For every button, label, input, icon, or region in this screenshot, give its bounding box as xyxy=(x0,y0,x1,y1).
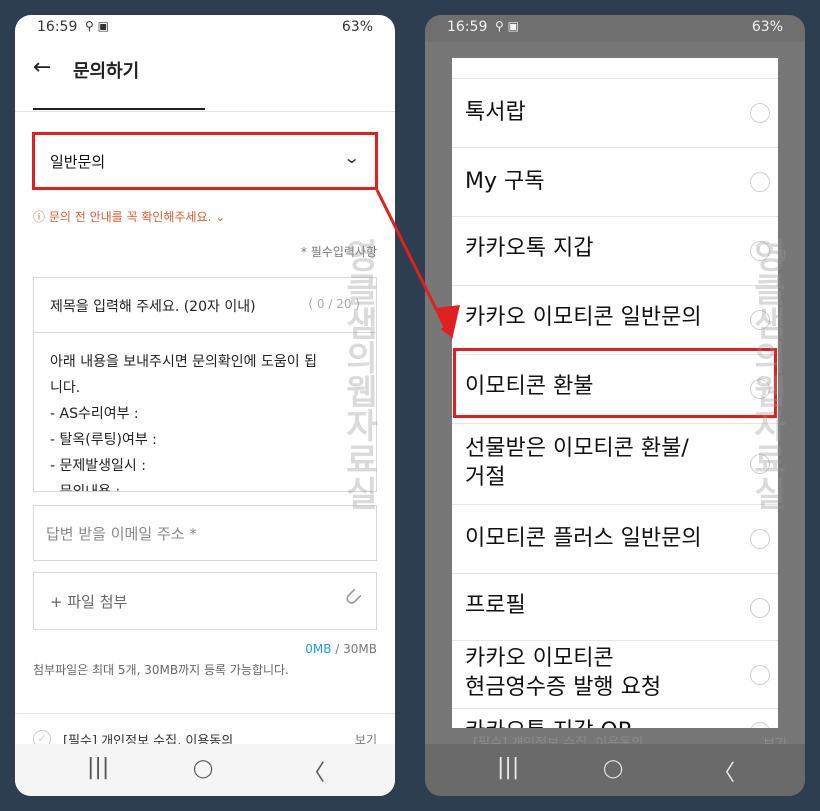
annotation-arrow xyxy=(375,189,460,340)
